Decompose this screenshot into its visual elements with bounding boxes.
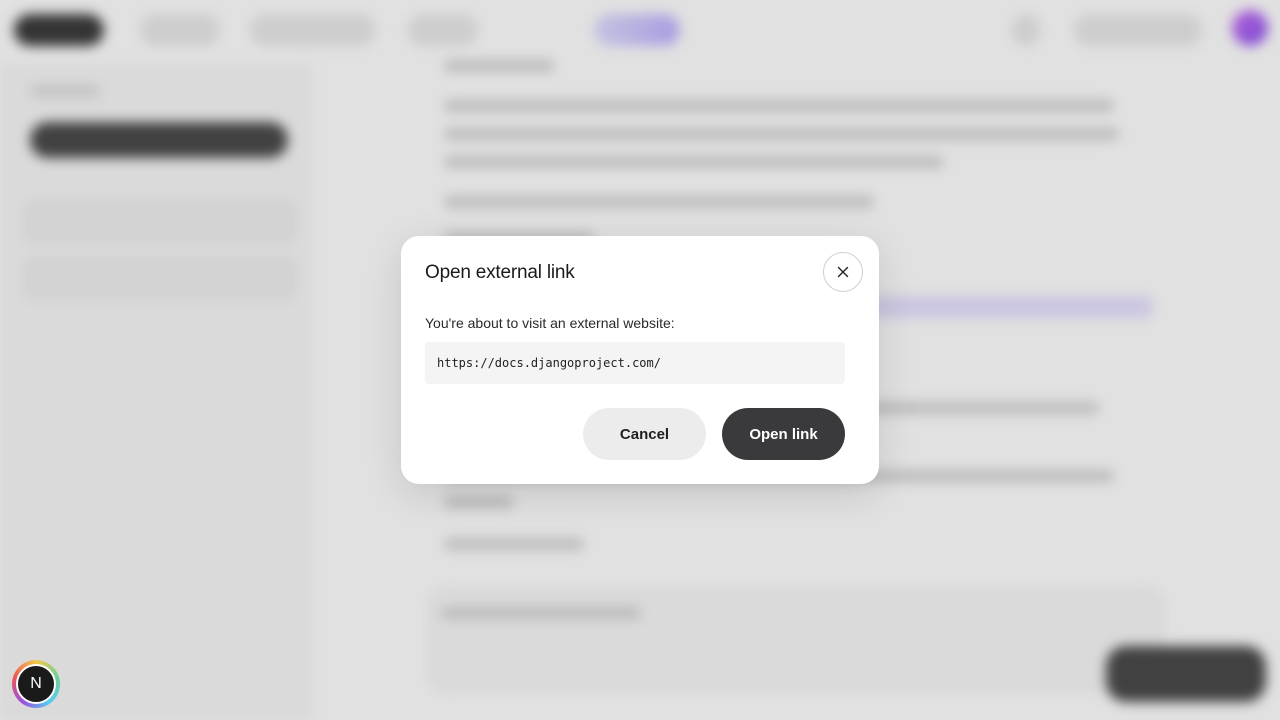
close-button[interactable] bbox=[823, 252, 863, 292]
app-badge[interactable]: N bbox=[12, 660, 60, 708]
cancel-button[interactable]: Cancel bbox=[583, 408, 706, 460]
close-icon bbox=[837, 266, 849, 278]
external-url: https://docs.djangoproject.com/ bbox=[425, 342, 845, 384]
badge-letter: N bbox=[16, 664, 56, 704]
dialog-title: Open external link bbox=[425, 262, 575, 283]
dialog-description: You're about to visit an external websit… bbox=[425, 315, 675, 331]
open-link-button[interactable]: Open link bbox=[722, 408, 845, 460]
external-link-dialog: Open external link You're about to visit… bbox=[401, 236, 879, 484]
